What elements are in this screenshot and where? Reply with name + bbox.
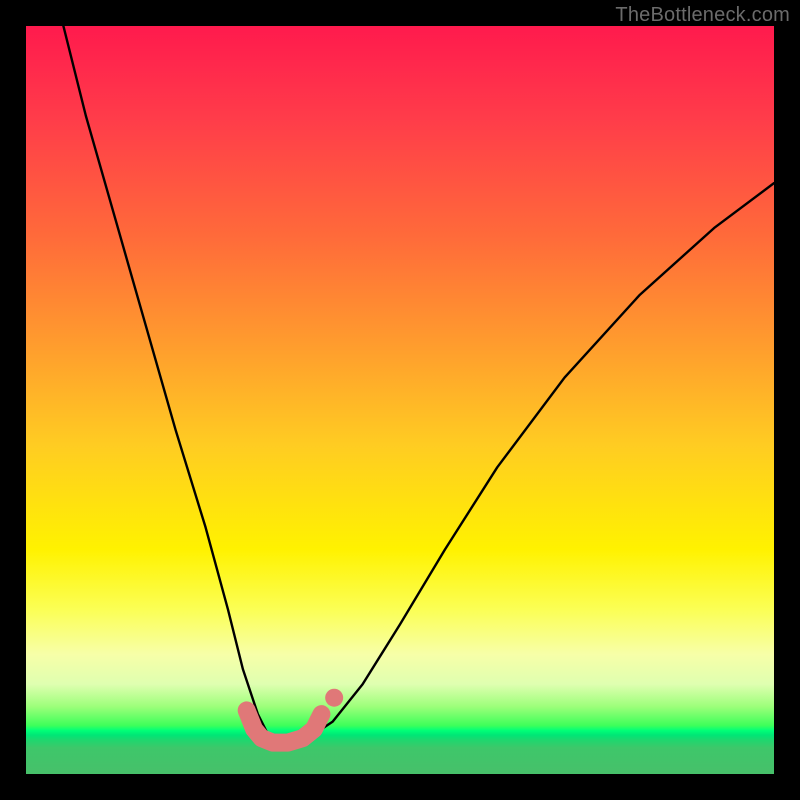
- chart-svg: [26, 26, 774, 774]
- series-optimal-end-marker: [325, 689, 343, 707]
- watermark-text: TheBottleneck.com: [615, 4, 790, 27]
- chart-plot-area: [26, 26, 774, 774]
- chart-frame: TheBottleneck.com: [0, 0, 800, 800]
- series-optimal-band: [247, 710, 322, 742]
- series-bottleneck-curve: [63, 26, 774, 744]
